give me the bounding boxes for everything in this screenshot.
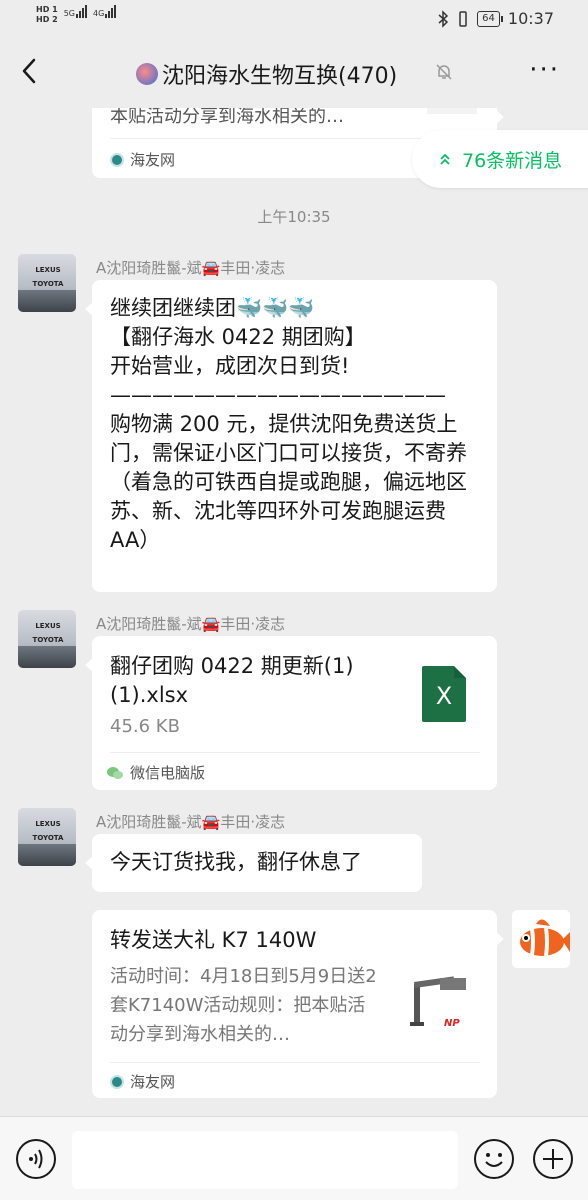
link-source: 海友网 (110, 1071, 175, 1092)
link-card-title: 转发送大礼 K7 140W (110, 928, 317, 952)
input-bar (0, 1116, 588, 1200)
link-card[interactable]: 转发送大礼 K7 140W 活动时间：4月18日到5月9日送2套K7140W活动… (92, 910, 504, 1098)
double-chevron-up-icon (440, 153, 450, 165)
status-bar: HD 1 HD 2 5G 4G 64 10:37 (0, 0, 588, 38)
network-type-2: 4G (92, 9, 105, 18)
signal-icon: 5G (64, 5, 87, 18)
new-messages-label: 76条新消息 (462, 149, 563, 172)
site-icon (110, 1074, 124, 1089)
link-source-name: 海友网 (130, 151, 176, 169)
emoji-icon (485, 1153, 503, 1167)
sender-name: A沈阳琦胜鬣-斌🚘丰田·凌志 (96, 813, 286, 831)
more-options-button[interactable]: ··· (529, 57, 560, 83)
avatar-car-image (18, 646, 76, 668)
my-avatar[interactable] (512, 910, 570, 968)
avatar[interactable]: LEXUS TOYOTA (18, 254, 76, 312)
timestamp: 上午10:35 (257, 208, 331, 226)
plus-icon (543, 1149, 563, 1169)
message-bubble[interactable]: 继续团继续团🐳🐳🐳 【翻仔海水 0422 期团购】 开始营业，成团次日到货! —… (85, 280, 497, 592)
avatar-brand-bottom: TOYOTA (32, 280, 64, 288)
avatar[interactable]: LEXUS TOYOTA (18, 808, 76, 866)
voice-icon (29, 1149, 43, 1169)
sim1-label: HD 1 (36, 5, 58, 14)
chat-title-text: 沈阳海水生物互换(470) (162, 64, 398, 89)
battery-icon: 64 (477, 10, 503, 27)
network-type-1: 5G (63, 9, 75, 18)
emoji-button[interactable] (474, 1139, 514, 1179)
file-size: 45.6 KB (110, 716, 180, 737)
chat-message-list[interactable]: 本贴活动分享到海水相关的… 海友网 76条新消息 上午10:35 LEXUS T… (0, 108, 588, 1116)
voice-button[interactable] (16, 1139, 56, 1179)
link-source-name: 海友网 (130, 1073, 176, 1091)
mute-bell-icon (436, 64, 452, 80)
message-input[interactable] (72, 1131, 458, 1189)
message-text: 继续团继续团🐳🐳🐳 【翻仔海水 0422 期团购】 开始营业，成团次日到货! —… (110, 296, 467, 552)
site-icon (110, 152, 124, 167)
avatar-brand-bottom: TOYOTA (32, 834, 64, 842)
link-card-desc: 活动时间：4月18日到5月9日送2套K7140W活动规则：把本贴活动分享到海水相… (110, 966, 377, 1045)
thumb-logo: NP (444, 1018, 460, 1029)
aquarium-light-image (410, 976, 466, 1026)
wechat-icon (107, 766, 123, 779)
message-text: 今天订货找我，翻仔休息了 (110, 850, 362, 874)
excel-file-icon: X (422, 666, 466, 722)
avatar-car-image (18, 844, 76, 866)
link-source: 海友网 (110, 149, 175, 170)
avatar-brand-bottom: TOYOTA (32, 636, 64, 644)
plus-button[interactable] (533, 1139, 573, 1179)
avatar-brand-top: LEXUS (35, 266, 61, 274)
link-card-thumbnail (427, 108, 477, 114)
link-card-thumbnail: NP (404, 970, 476, 1042)
file-source: 微信电脑版 (106, 762, 205, 783)
file-source-name: 微信电脑版 (130, 764, 206, 782)
link-card-desc: 本贴活动分享到海水相关的… (110, 108, 344, 127)
file-name: 翻仔团购 0422 期更新(1)(1).xlsx (110, 654, 354, 707)
bluetooth-icon (438, 9, 449, 28)
signal-icon-2: 4G (92, 5, 117, 18)
vibrate-icon (459, 10, 467, 27)
chat-title: 沈阳海水生物互换(470) (136, 58, 397, 90)
avatar[interactable]: LEXUS TOYOTA (18, 610, 76, 668)
sender-name: A沈阳琦胜鬣-斌🚘丰田·凌志 (96, 615, 286, 633)
chat-header: 沈阳海水生物互换(470) ··· (0, 38, 588, 108)
clock: 10:37 (507, 9, 554, 28)
new-messages-button[interactable]: 76条新消息 (412, 130, 588, 188)
avatar-brand-top: LEXUS (35, 622, 61, 630)
file-message-bubble[interactable]: 翻仔团购 0422 期更新(1)(1).xlsx 45.6 KB X 微信电脑版 (85, 636, 497, 790)
clownfish-avatar-image (520, 919, 570, 957)
message-bubble[interactable]: 今天订货找我，翻仔休息了 (85, 834, 422, 892)
group-emoji-icon (136, 63, 158, 85)
avatar-brand-top: LEXUS (35, 820, 61, 828)
sim-indicators: HD 1 HD 2 (36, 5, 58, 25)
sender-name: A沈阳琦胜鬣-斌🚘丰田·凌志 (96, 259, 286, 277)
back-arrow-icon[interactable] (18, 56, 42, 86)
avatar-car-image (18, 290, 76, 312)
sim2-label: HD 2 (36, 15, 58, 24)
